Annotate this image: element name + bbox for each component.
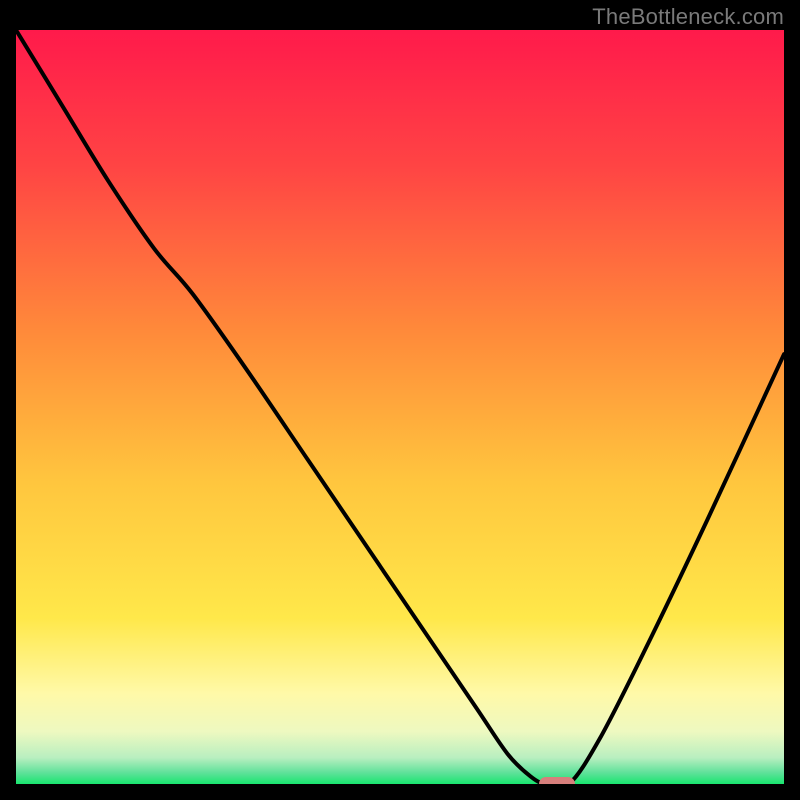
attribution-text: TheBottleneck.com <box>592 4 784 30</box>
plot-area <box>16 30 784 784</box>
optimal-marker <box>539 777 575 784</box>
bottleneck-curve <box>16 30 784 784</box>
frame: TheBottleneck.com <box>0 0 800 800</box>
